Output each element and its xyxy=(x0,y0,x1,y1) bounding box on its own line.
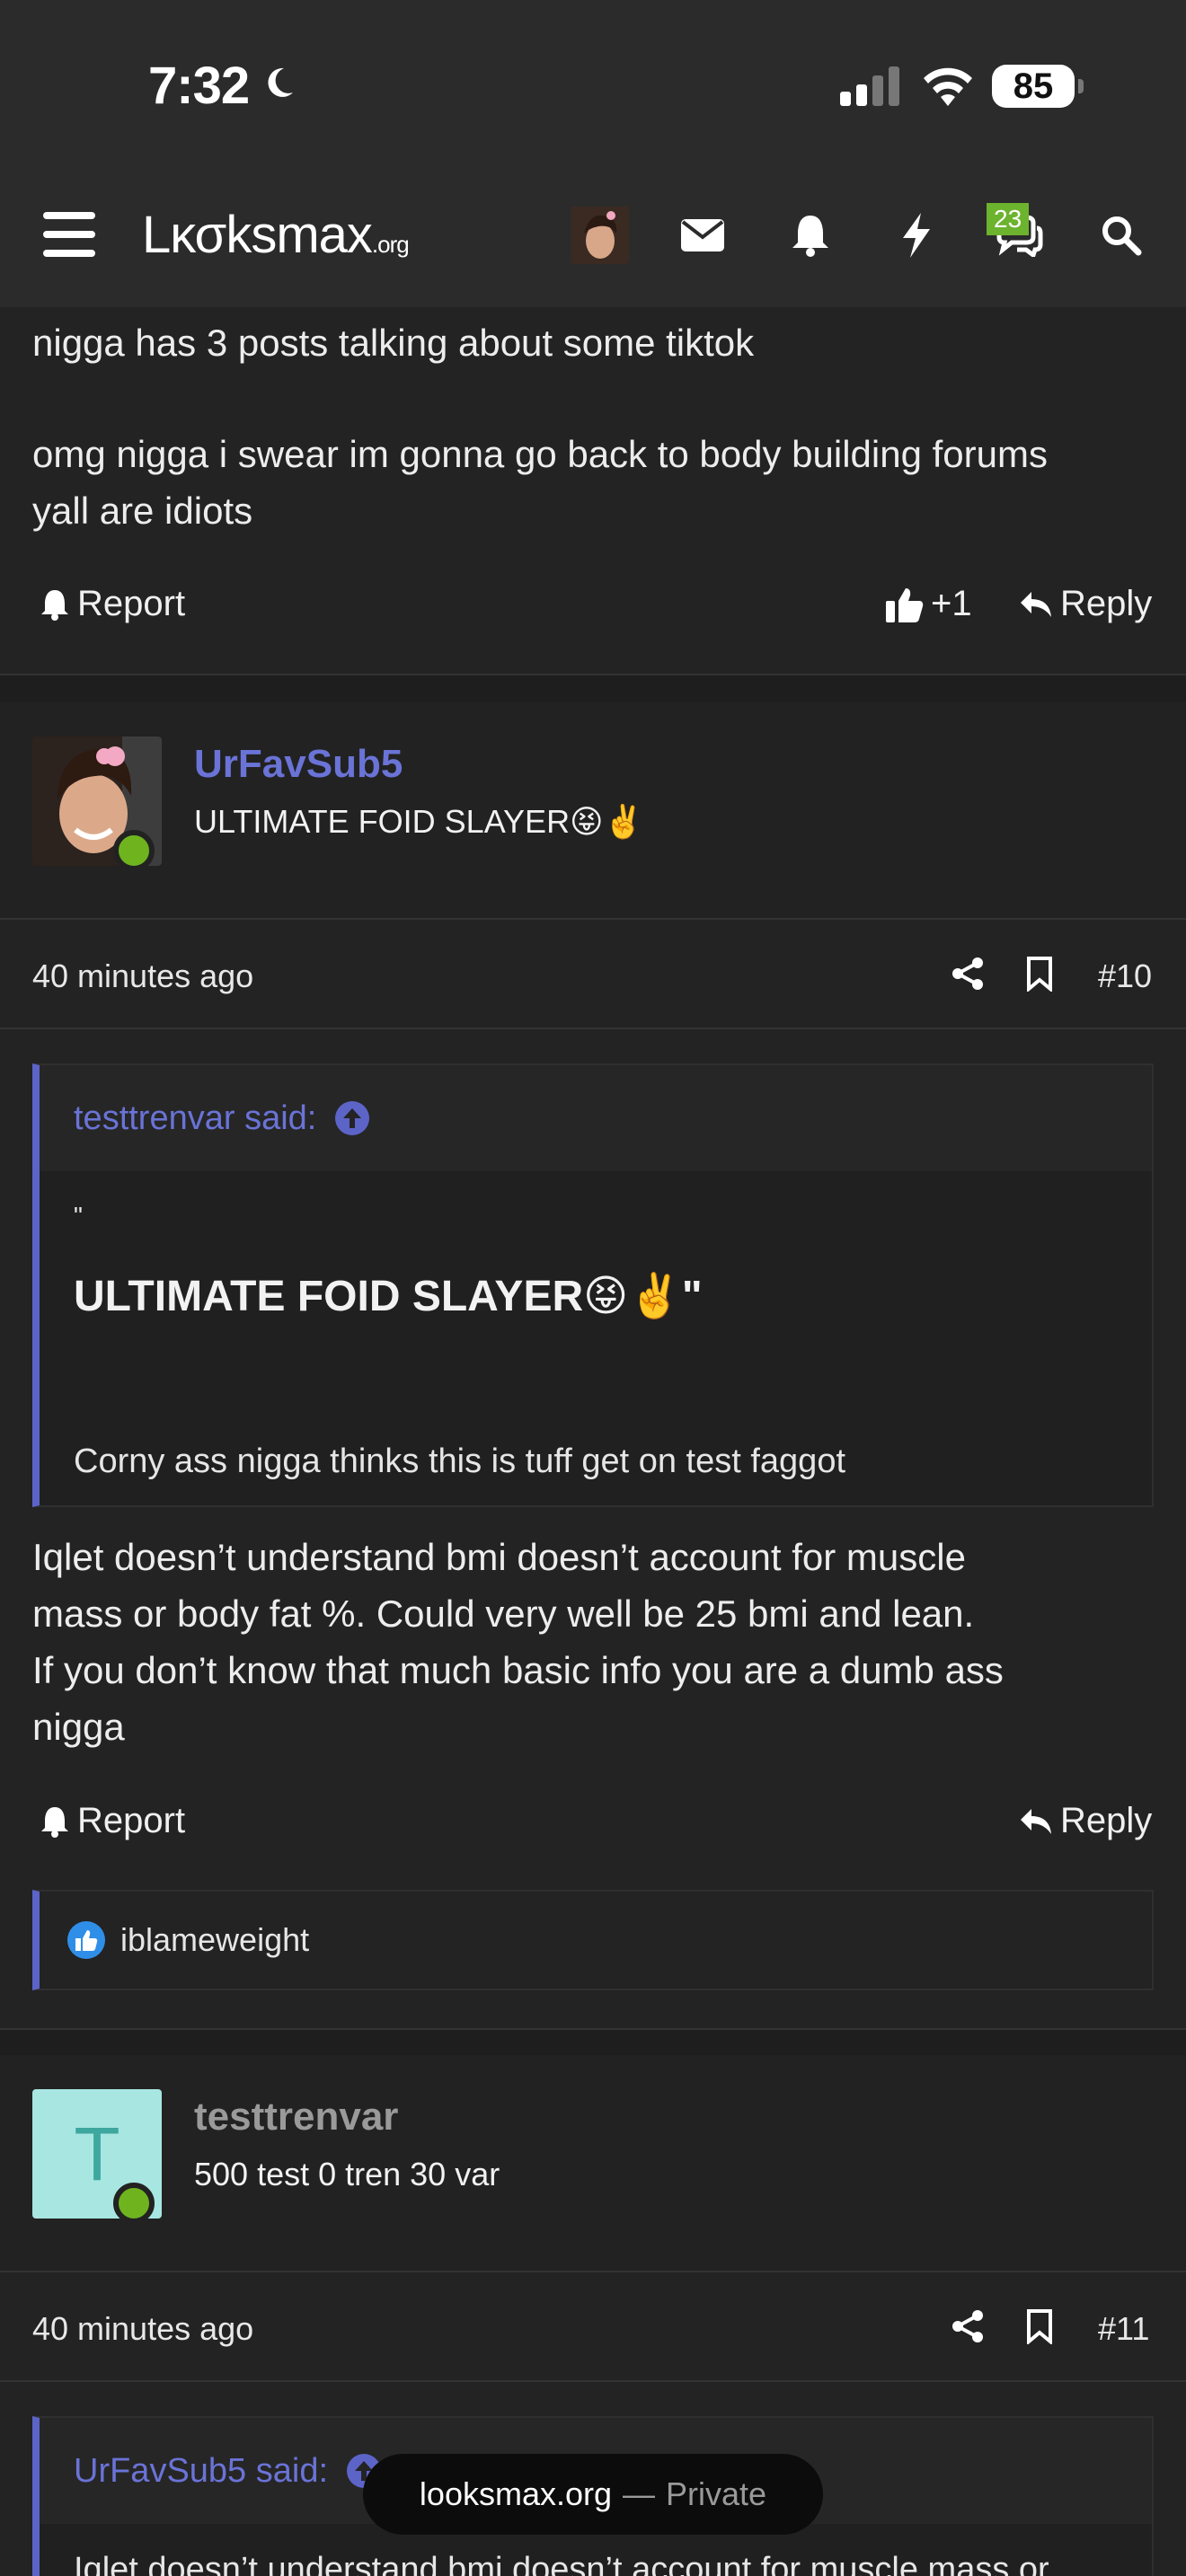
quote-author: testtrenvar said: xyxy=(74,1098,317,1137)
post-time[interactable]: 40 minutes ago xyxy=(32,2310,253,2348)
browser-separator: — xyxy=(623,2475,656,2512)
conversations-badge: 23 xyxy=(987,203,1030,235)
post-user-row: T testtrenvar 500 test 0 tren 30 var xyxy=(0,2055,1186,2271)
post-body-line: If you don’t know that much basic info y… xyxy=(32,1649,1004,1691)
thumbs-up-icon xyxy=(886,587,924,622)
reply-icon xyxy=(1021,591,1051,617)
user-title: ULTIMATE FOID SLAYER😝✌️ xyxy=(194,803,644,840)
browser-mode: Private xyxy=(666,2475,767,2512)
quote-header[interactable]: testtrenvar said: xyxy=(40,1065,1152,1171)
user-title: 500 test 0 tren 30 var xyxy=(194,2156,500,2192)
quote-text: Corny ass nigga thinks this is tuff get … xyxy=(74,1442,846,1480)
online-indicator xyxy=(113,2183,155,2224)
browser-address-pill[interactable]: looksmax.org — Private xyxy=(363,2454,823,2535)
post-body-line: yall are idiots xyxy=(32,490,253,532)
post-body-line: Iqlet doesn’t understand bmi doesn’t acc… xyxy=(32,1536,966,1578)
report-button[interactable]: Report xyxy=(40,584,185,624)
online-indicator xyxy=(113,830,155,871)
quote-text: Iqlet doesn’t understand bmi doesn’t acc… xyxy=(74,2551,1049,2576)
bell-icon xyxy=(41,1806,68,1838)
bookmark-icon[interactable] xyxy=(1026,2308,1053,2344)
post-number[interactable]: #10 xyxy=(1098,957,1152,995)
post-body-line: nigga xyxy=(32,1706,125,1748)
post-user-row: UrFavSub5 ULTIMATE FOID SLAYER😝✌️ xyxy=(0,702,1186,918)
post-number[interactable]: #11 xyxy=(1098,2310,1149,2348)
share-icon[interactable] xyxy=(951,2308,987,2344)
bell-icon[interactable] xyxy=(783,208,837,262)
wifi-icon xyxy=(924,67,972,106)
signal-icon xyxy=(840,66,899,106)
app-header: 7:32 85 Lκσksmax.org 23 xyxy=(0,0,1186,307)
meta-divider xyxy=(0,1028,1186,1029)
post-separator xyxy=(0,675,1186,702)
quote-body: " ULTIMATE FOID SLAYER😝✌️" Corny ass nig… xyxy=(40,1171,1152,1505)
report-label: Report xyxy=(77,1801,186,1840)
like-reaction-icon xyxy=(67,1921,105,1959)
like-count: +1 xyxy=(931,584,972,623)
reply-button[interactable]: Reply xyxy=(1019,584,1152,624)
share-icon[interactable] xyxy=(951,956,987,992)
bell-icon xyxy=(41,589,68,621)
reply-label: Reply xyxy=(1060,1801,1153,1840)
site-logo[interactable]: Lκσksmax.org xyxy=(142,205,410,265)
header-divider xyxy=(0,2271,1186,2272)
bolt-icon[interactable] xyxy=(890,208,943,262)
avatar-face xyxy=(571,207,629,264)
avatar[interactable] xyxy=(571,207,629,264)
reply-button[interactable]: Reply xyxy=(1019,1801,1152,1841)
reaction-bar[interactable]: iblameweight xyxy=(32,1890,1154,1990)
post-time[interactable]: 40 minutes ago xyxy=(32,957,253,995)
avatar-letter: T xyxy=(74,2111,120,2196)
quote-headline: ULTIMATE FOID SLAYER😝✌️" xyxy=(74,1273,703,1320)
reply-label: Reply xyxy=(1060,584,1153,623)
arrow-up-icon[interactable] xyxy=(334,1100,370,1136)
header-divider xyxy=(0,918,1186,920)
battery-indicator: 85 xyxy=(992,65,1084,108)
quote-author: UrFavSub5 said: xyxy=(74,2451,329,2490)
browser-domain: looksmax.org xyxy=(419,2475,613,2512)
report-button[interactable]: Report xyxy=(40,1801,185,1841)
reply-icon xyxy=(1021,1808,1051,1834)
reaction-user[interactable]: iblameweight xyxy=(120,1921,309,1959)
quote-block: testtrenvar said: " ULTIMATE FOID SLAYER… xyxy=(32,1063,1154,1507)
post-body-line: omg nigga i swear im gonna go back to bo… xyxy=(32,433,1048,475)
bookmark-icon[interactable] xyxy=(1026,956,1053,992)
meta-divider xyxy=(0,2380,1186,2382)
post-body-line: mass or body fat %. Could very well be 2… xyxy=(32,1592,975,1635)
username[interactable]: testtrenvar xyxy=(194,2095,398,2139)
envelope-icon[interactable] xyxy=(676,208,730,262)
menu-icon[interactable] xyxy=(43,212,95,257)
search-icon[interactable] xyxy=(1094,208,1148,262)
like-button[interactable]: +1 xyxy=(886,584,972,624)
logo-text: Lκσksmax xyxy=(142,206,373,264)
username[interactable]: UrFavSub5 xyxy=(194,742,403,787)
moon-icon xyxy=(268,67,293,97)
status-time: 7:32 xyxy=(148,57,250,115)
logo-suffix: .org xyxy=(371,231,410,258)
quote-open-mark: " xyxy=(74,1202,83,1230)
report-label: Report xyxy=(77,584,186,623)
post-body-line: nigga has 3 posts talking about some tik… xyxy=(32,322,755,364)
post-separator xyxy=(0,2030,1186,2055)
